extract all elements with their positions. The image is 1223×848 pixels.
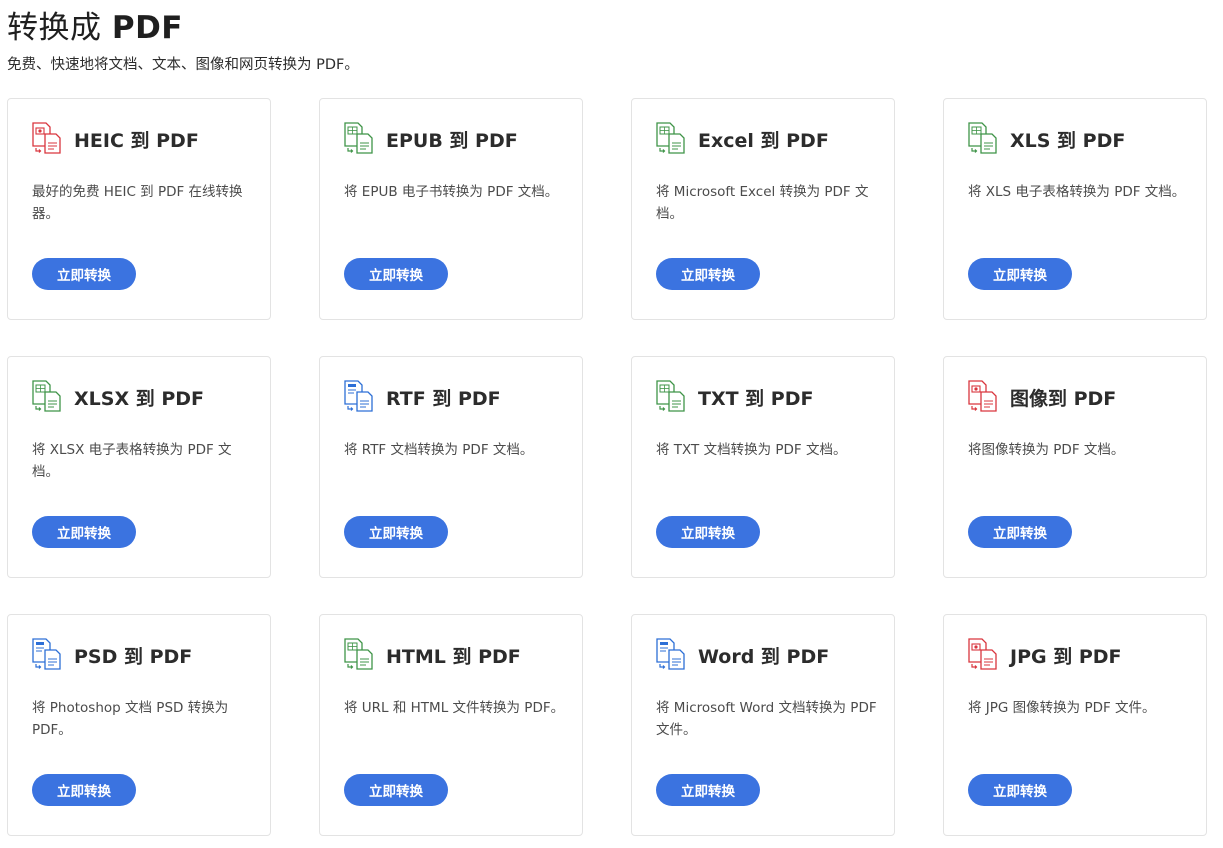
card-title[interactable]: HEIC 到 PDF: [74, 126, 199, 153]
convert-now-button[interactable]: 立即转换: [32, 258, 136, 290]
converter-card[interactable]: Word 到 PDF 将 Microsoft Word 文档转换为 PDF 文件。…: [631, 614, 895, 836]
card-title[interactable]: JPG 到 PDF: [1010, 642, 1122, 669]
card-title[interactable]: 图像到 PDF: [1010, 384, 1116, 411]
heic-file-icon: [31, 122, 63, 154]
convert-now-button[interactable]: 立即转换: [344, 516, 448, 548]
xlsx-file-icon: [31, 380, 63, 412]
card-description: 将 TXT 文档转换为 PDF 文档。: [656, 442, 847, 458]
converter-card[interactable]: JPG 到 PDF 将 JPG 图像转换为 PDF 文件。立即转换: [943, 614, 1207, 836]
converter-card[interactable]: Excel 到 PDF 将 Microsoft Excel 转换为 PDF 文档。…: [631, 98, 895, 320]
convert-now-button[interactable]: 立即转换: [656, 516, 760, 548]
html-file-icon: [343, 638, 375, 670]
card-description: 最好的免费 HEIC 到 PDF 在线转换器。: [32, 184, 243, 222]
card-description: 将 EPUB 电子书转换为 PDF 文档。: [344, 184, 559, 200]
page-title-suffix: PDF: [111, 10, 183, 46]
card-title[interactable]: XLS 到 PDF: [1010, 126, 1125, 153]
page-subtitle: 免费、快速地将文档、文本、图像和网页转换为 PDF。: [7, 57, 359, 73]
rtf-file-icon: [343, 380, 375, 412]
convert-now-button[interactable]: 立即转换: [968, 258, 1072, 290]
card-description: 将 Photoshop 文档 PSD 转换为 PDF。: [32, 700, 229, 738]
convert-now-button[interactable]: 立即转换: [968, 516, 1072, 548]
card-title[interactable]: EPUB 到 PDF: [386, 126, 518, 153]
card-title[interactable]: Excel 到 PDF: [698, 126, 829, 153]
converter-card[interactable]: 图像到 PDF 将图像转换为 PDF 文档。立即转换: [943, 356, 1207, 578]
txt-file-icon: [655, 380, 687, 412]
card-description: 将图像转换为 PDF 文档。: [968, 442, 1125, 458]
card-title[interactable]: RTF 到 PDF: [386, 384, 501, 411]
image-file-icon: [967, 380, 999, 412]
epub-file-icon: [343, 122, 375, 154]
convert-now-button[interactable]: 立即转换: [344, 774, 448, 806]
convert-now-button[interactable]: 立即转换: [656, 774, 760, 806]
converter-card[interactable]: XLSX 到 PDF 将 XLSX 电子表格转换为 PDF 文档。立即转换: [7, 356, 271, 578]
word-file-icon: [655, 638, 687, 670]
card-description: 将 URL 和 HTML 文件转换为 PDF。: [344, 700, 565, 716]
converter-card[interactable]: EPUB 到 PDF 将 EPUB 电子书转换为 PDF 文档。立即转换: [319, 98, 583, 320]
converter-card[interactable]: XLS 到 PDF 将 XLS 电子表格转换为 PDF 文档。立即转换: [943, 98, 1207, 320]
converter-card[interactable]: HEIC 到 PDF 最好的免费 HEIC 到 PDF 在线转换器。立即转换: [7, 98, 271, 320]
psd-file-icon: [31, 638, 63, 670]
page-title-text: 转换成: [7, 10, 102, 46]
converter-card[interactable]: RTF 到 PDF 将 RTF 文档转换为 PDF 文档。立即转换: [319, 356, 583, 578]
card-title[interactable]: Word 到 PDF: [698, 642, 829, 669]
card-description: 将 RTF 文档转换为 PDF 文档。: [344, 442, 534, 458]
card-title[interactable]: TXT 到 PDF: [698, 384, 813, 411]
convert-now-button[interactable]: 立即转换: [32, 516, 136, 548]
page: 转换成 PDF 免费、快速地将文档、文本、图像和网页转换为 PDF。 HEIC …: [0, 0, 1223, 848]
card-title[interactable]: XLSX 到 PDF: [74, 384, 204, 411]
converter-card[interactable]: HTML 到 PDF 将 URL 和 HTML 文件转换为 PDF。立即转换: [319, 614, 583, 836]
card-description: 将 XLS 电子表格转换为 PDF 文档。: [968, 184, 1186, 200]
card-title[interactable]: PSD 到 PDF: [74, 642, 192, 669]
convert-now-button[interactable]: 立即转换: [32, 774, 136, 806]
page-title: 转换成 PDF: [7, 2, 183, 47]
converter-card[interactable]: PSD 到 PDF 将 Photoshop 文档 PSD 转换为 PDF。立即转换: [7, 614, 271, 836]
xls-file-icon: [967, 122, 999, 154]
card-description: 将 XLSX 电子表格转换为 PDF 文档。: [32, 442, 232, 480]
card-description: 将 Microsoft Word 文档转换为 PDF 文件。: [656, 700, 877, 738]
jpg-file-icon: [967, 638, 999, 670]
converter-card[interactable]: TXT 到 PDF 将 TXT 文档转换为 PDF 文档。立即转换: [631, 356, 895, 578]
convert-now-button[interactable]: 立即转换: [968, 774, 1072, 806]
converter-grid: HEIC 到 PDF 最好的免费 HEIC 到 PDF 在线转换器。 立即转换 EPU…: [7, 98, 1207, 836]
card-description: 将 Microsoft Excel 转换为 PDF 文档。: [656, 184, 869, 222]
card-description: 将 JPG 图像转换为 PDF 文件。: [968, 700, 1156, 716]
card-title[interactable]: HTML 到 PDF: [386, 642, 521, 669]
convert-now-button[interactable]: 立即转换: [656, 258, 760, 290]
excel-file-icon: [655, 122, 687, 154]
convert-now-button[interactable]: 立即转换: [344, 258, 448, 290]
